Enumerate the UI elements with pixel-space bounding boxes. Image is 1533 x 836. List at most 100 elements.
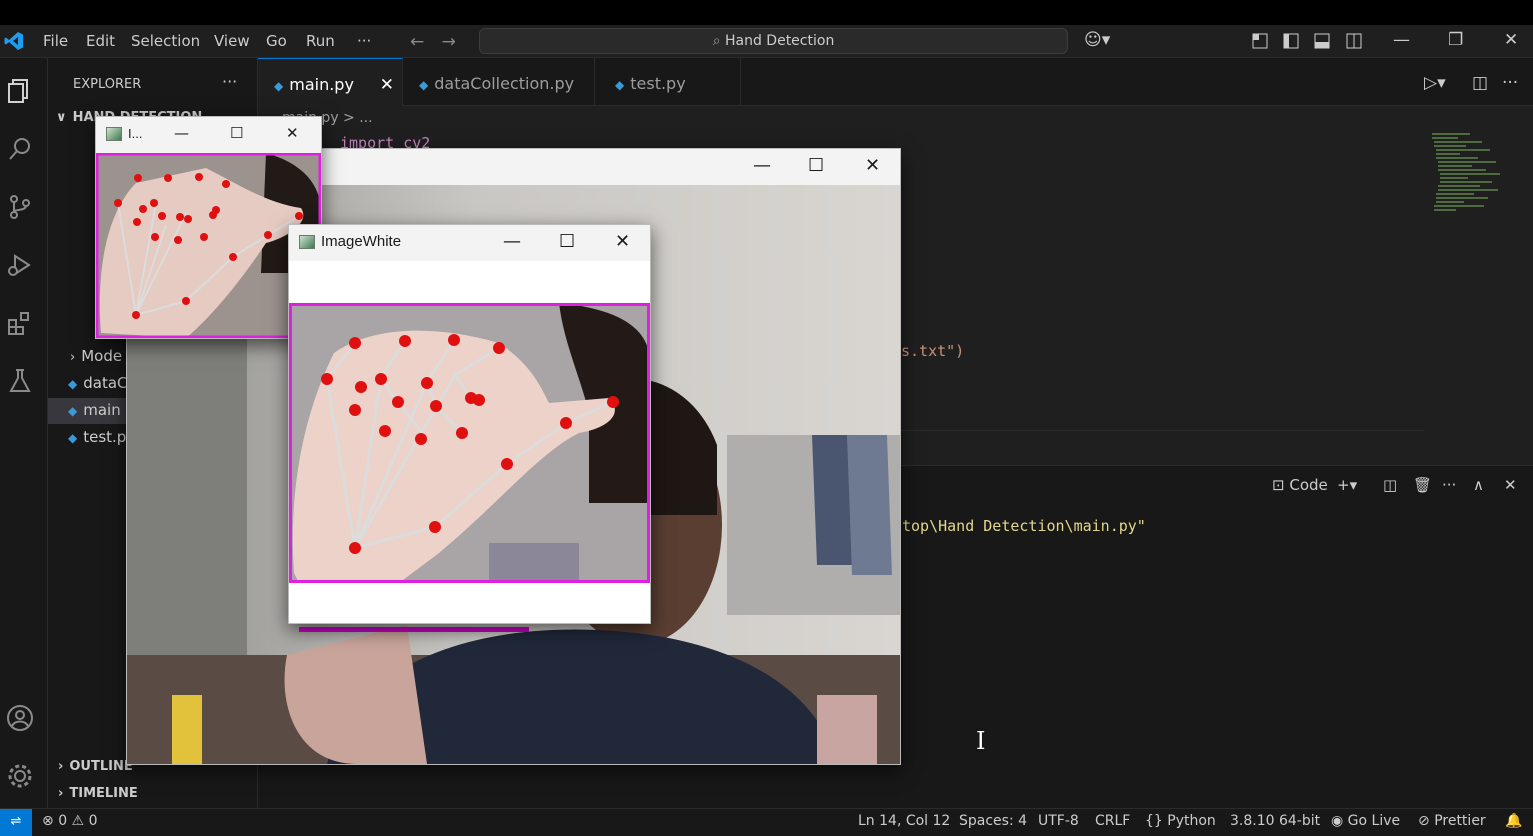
menu-view[interactable]: View [214,32,250,50]
python-file-icon: ◆ [615,78,625,92]
text-cursor-ibeam: I [976,727,986,755]
imagewhite-hand-image [289,303,650,583]
run-debug-icon[interactable] [6,251,34,279]
notifications-bell-icon[interactable]: 🔔 [1505,813,1522,829]
menu-file[interactable]: File [43,32,68,50]
imagewhite-titlebar[interactable]: ImageWhite — ☐ ✕ [289,225,650,261]
source-control-icon[interactable] [6,193,34,221]
window-app-icon [299,235,315,249]
imagewhite-window-title: ImageWhite [321,233,402,250]
command-center-search[interactable]: ⌕ Hand Detection [479,28,1068,54]
tree-item-models[interactable]: › Mode [70,347,122,365]
tab-close-icon[interactable]: ✕ [380,59,394,111]
prettier-button[interactable]: ⊘ Prettier [1418,813,1486,829]
toggle-sidebar-icon[interactable] [1283,33,1299,49]
tree-item-label: test.p [83,428,127,446]
image-crop-window-title: I... [128,126,143,141]
image-crop-titlebar[interactable]: I... — ☐ ✕ [96,117,321,153]
tab-main-py[interactable]: ◆ main.py ✕ [258,58,403,106]
close-icon[interactable]: ✕ [286,124,299,142]
cursor-position[interactable]: Ln 14, Col 12 [858,813,950,829]
chevron-down-icon: ∨ [56,110,67,125]
new-terminal-icon[interactable]: +▾ [1337,476,1357,494]
maximize-icon[interactable]: ☐ [230,124,243,142]
close-icon[interactable]: ✕ [1504,30,1518,50]
remote-indicator-icon[interactable]: ⇌ [0,809,32,836]
tree-item-label: main [83,401,121,419]
panel-more-icon[interactable]: ··· [1442,476,1456,494]
run-file-icon[interactable]: ▷▾ [1424,73,1446,93]
go-live-label: Go Live [1347,813,1401,829]
kill-terminal-trash-icon[interactable]: 🗑 [1413,476,1432,494]
tab-test-py[interactable]: ◆ test.py [595,58,741,106]
split-editor-icon[interactable]: ◫ [1472,73,1488,93]
maximize-panel-chevron-up-icon[interactable]: ∧ [1473,476,1484,494]
menu-more[interactable]: ··· [357,32,371,50]
split-terminal-icon[interactable]: ◫ [1383,476,1397,494]
go-live-button[interactable]: ◉ Go Live [1331,813,1400,829]
terminal-icon: ⊡ [1272,476,1290,494]
maximize-icon[interactable]: ☐ [559,231,575,252]
accounts-icon[interactable] [6,704,34,732]
explorer-title: EXPLORER [73,77,142,92]
chevron-right-icon: › [58,759,64,774]
chevron-right-icon: › [58,786,64,801]
nav-arrows: ← → [410,32,456,52]
imagewhite-window[interactable]: ImageWhite — ☐ ✕ [288,224,651,624]
minimap[interactable] [1430,130,1502,220]
python-interpreter[interactable]: 3.8.10 64-bit [1230,813,1320,829]
explorer-files-icon[interactable] [6,77,34,105]
warning-count: 0 [88,813,98,829]
menu-selection[interactable]: Selection [131,32,200,50]
close-panel-icon[interactable]: ✕ [1504,476,1517,494]
toggle-panel-icon[interactable] [1314,33,1330,49]
testing-flask-icon[interactable] [6,367,34,395]
minimize-icon[interactable]: — [503,231,521,252]
menu-edit[interactable]: Edit [86,32,115,50]
tab-datacollection-py[interactable]: ◆ dataCollection.py [403,58,595,106]
outline-section[interactable]: › OUTLINE [58,759,133,774]
maximize-icon[interactable]: ☐ [808,155,824,176]
close-icon[interactable]: ✕ [865,155,880,176]
terminal-output-line[interactable]: top\Hand Detection\main.py" [902,517,1146,535]
toggle-secondary-sidebar-icon[interactable] [1346,33,1362,49]
extensions-icon[interactable] [6,309,34,337]
language-mode[interactable]: {} Python [1145,813,1216,829]
encoding[interactable]: UTF-8 [1038,813,1079,829]
search-icon: ⌕ [712,33,725,49]
menu-run[interactable]: Run [306,32,335,50]
code-fragment-string[interactable]: s.txt") [901,342,964,360]
copilot-icon[interactable]: ☺▾ [1084,30,1110,50]
activity-bar [0,58,48,808]
editor-line-divider [901,430,1424,431]
restore-icon[interactable]: ❐ [1448,30,1463,50]
end-of-line[interactable]: CRLF [1095,813,1130,829]
timeline-section[interactable]: › TIMELINE [58,786,138,801]
menu-go[interactable]: Go [266,32,287,50]
vscode-logo-icon [4,32,23,50]
back-arrow-icon[interactable]: ← [410,32,424,52]
manage-gear-icon[interactable] [6,762,34,790]
python-file-icon: ◆ [274,79,284,93]
forward-arrow-icon[interactable]: → [442,32,456,52]
search-label: Hand Detection [724,33,835,49]
search-activity-icon[interactable] [6,135,34,163]
braces-icon: {} [1145,813,1168,829]
editor-more-icon[interactable]: ··· [1502,73,1518,93]
terminal-profile[interactable]: ⊡ Code [1272,476,1328,494]
minimize-icon[interactable]: — [1393,30,1410,50]
problems-indicator[interactable]: ⊗ 0 ⚠ 0 [42,813,97,829]
broadcast-icon: ◉ [1331,813,1348,829]
close-icon[interactable]: ✕ [615,231,630,252]
python-file-icon: ◆ [419,78,429,92]
minimize-icon[interactable]: — [174,124,189,142]
minimize-icon[interactable]: — [753,155,771,176]
customize-layout-icon[interactable] [1252,33,1268,49]
indentation[interactable]: Spaces: 4 [959,813,1027,829]
tree-item-test[interactable]: ◆ test.p [68,428,126,446]
tree-item-datacollection[interactable]: ◆ dataC [68,374,128,392]
explorer-more-actions[interactable]: ··· [222,72,237,91]
error-icon: ⊗ [42,813,59,829]
python-file-icon: ◆ [68,431,78,445]
title-bar: File Edit Selection View Go Run ··· ← → … [0,25,1533,58]
